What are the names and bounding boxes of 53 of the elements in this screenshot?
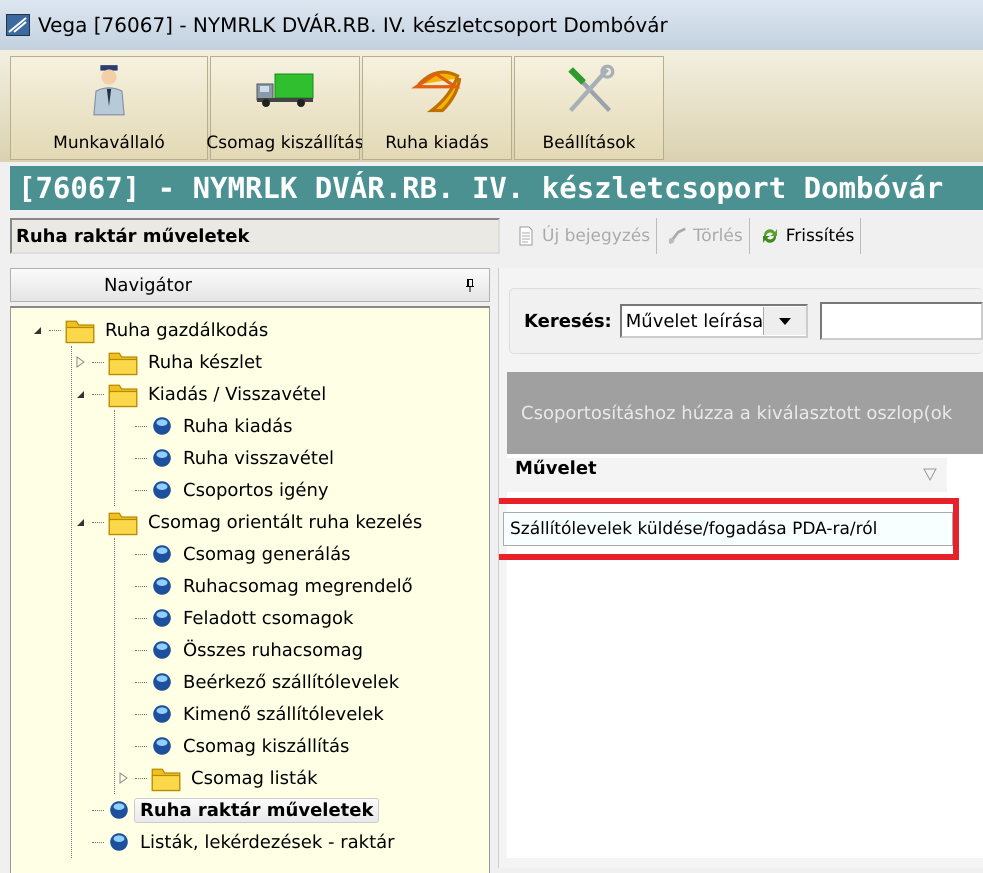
app-logo-icon	[6, 14, 30, 36]
tree-item[interactable]: Kiadás / Visszavétel	[142, 382, 332, 406]
dropdown-arrow-icon[interactable]	[779, 318, 792, 324]
node-icon	[151, 415, 173, 437]
pin-icon[interactable]	[465, 278, 475, 292]
tree-item[interactable]: Beérkező szállítólevelek	[177, 670, 406, 694]
tree-item[interactable]: Feladott csomagok	[177, 606, 360, 630]
node-icon	[108, 831, 130, 853]
tree-item[interactable]: Csomag generálás	[177, 542, 356, 566]
navigator-title: Navigátor	[102, 274, 194, 296]
search-input-field[interactable]	[820, 302, 983, 340]
tree-item[interactable]: Ruha készlet	[142, 350, 268, 374]
collapse-triangle-icon[interactable]	[76, 390, 84, 398]
toolbar-button[interactable]: Ruha kiadás	[362, 56, 512, 160]
search-field-dropdown[interactable]: Művelet leírása	[620, 304, 808, 338]
window-title: Vega [76067] - NYMRLK DVÁR.RB. IV. készletcsoport Dombóvár	[38, 13, 668, 37]
toolbar-button[interactable]: Beállítások	[514, 56, 664, 160]
group-by-hint: Csoportosításhoz húzza a kiválasztott oszlop(ok	[521, 402, 952, 424]
node-icon	[151, 479, 173, 501]
tree-item[interactable]: Ruha gazdálkodás	[99, 318, 274, 342]
column-header[interactable]: Művelet	[507, 458, 947, 492]
node-icon	[151, 543, 173, 565]
filter-icon[interactable]	[923, 468, 937, 481]
tree-item[interactable]: Csomag kiszállítás	[177, 734, 356, 758]
collapse-triangle-icon[interactable]	[76, 518, 84, 526]
node-icon	[151, 447, 173, 469]
action-button[interactable]: Frissítés	[754, 218, 862, 254]
section-title: Ruha raktár műveletek	[10, 218, 500, 254]
tree-item[interactable]: Ruha visszavétel	[177, 446, 340, 470]
tree-item[interactable]: Listák, lekérdezések - raktár	[134, 830, 401, 854]
tree-item[interactable]: Csomag orientált ruha kezelés	[142, 510, 428, 534]
expand-triangle-icon[interactable]	[118, 772, 128, 784]
search-label: Keresés:	[524, 310, 612, 332]
tree-item[interactable]: Ruhacsomag megrendelő	[177, 574, 419, 598]
collapse-triangle-icon[interactable]	[32, 326, 42, 334]
node-icon	[151, 703, 173, 725]
node-icon	[151, 735, 173, 757]
tree-item[interactable]: Kimenő szállítólevelek	[177, 702, 390, 726]
node-icon	[151, 639, 173, 661]
node-icon	[151, 575, 173, 597]
tree-item[interactable]: Csomag listák	[185, 766, 324, 790]
column-header-label: Művelet	[515, 458, 597, 479]
expand-triangle-icon[interactable]	[76, 356, 84, 368]
tree-item[interactable]: Ruha raktár műveletek	[134, 798, 380, 822]
node-icon	[151, 671, 173, 693]
node-icon	[151, 607, 173, 629]
toolbar-button[interactable]: Munkavállaló	[10, 56, 208, 160]
tree-item[interactable]: Csoportos igény	[177, 478, 335, 502]
tree-item[interactable]: Összes ruhacsomag	[177, 638, 370, 662]
table-cell: Szállítólevelek küldése/fogadása PDA-ra/ról	[503, 512, 953, 546]
tree-item[interactable]: Ruha kiadás	[177, 414, 299, 438]
node-icon	[108, 799, 130, 821]
context-banner: [76067] - NYMRLK DVÁR.RB. IV. készletcsoport Dombóvár	[10, 166, 983, 210]
